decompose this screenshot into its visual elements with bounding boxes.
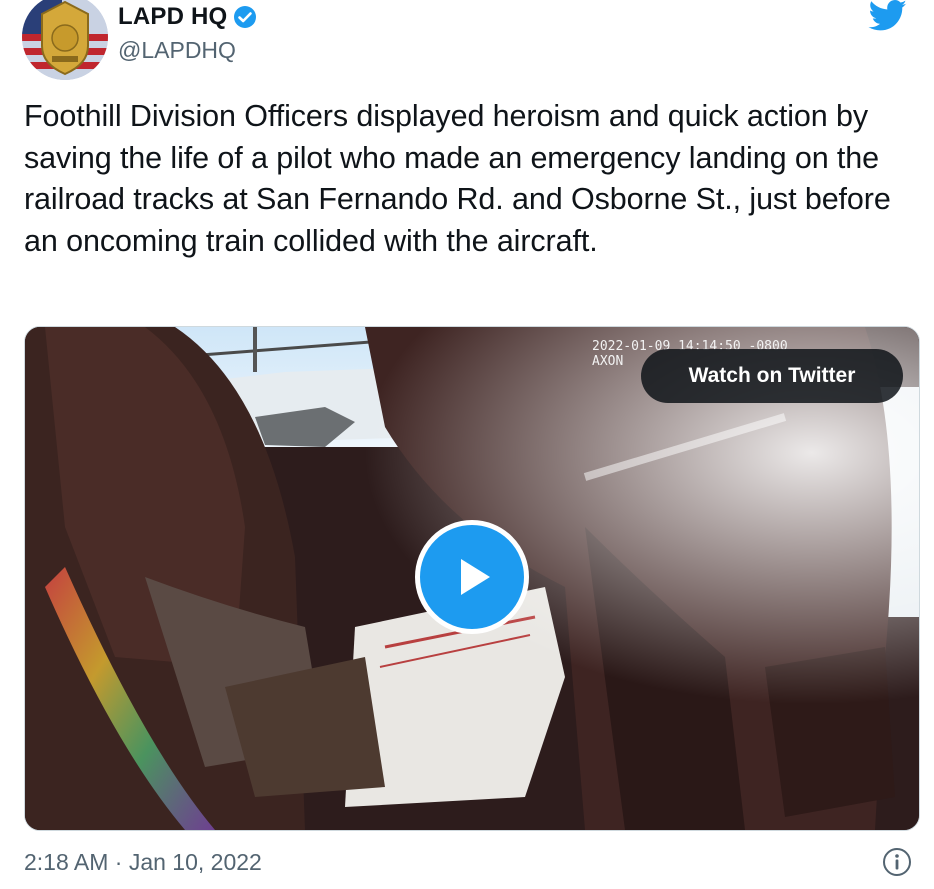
tweet-footer: 2:18 AM · Jan 10, 2022 (24, 845, 918, 879)
author-row: LAPD HQ (118, 3, 257, 31)
tweet-timestamp[interactable]: 2:18 AM · Jan 10, 2022 (24, 849, 262, 876)
info-icon[interactable] (882, 847, 912, 882)
author-handle[interactable]: @LAPDHQ (118, 37, 236, 64)
video-player[interactable]: 2022-01-09 14:14:50 -0800 AXON Watch on … (24, 326, 920, 831)
tweet-text: Foothill Division Officers displayed her… (24, 99, 891, 258)
lapd-badge-avatar-icon (22, 0, 108, 80)
author-name[interactable]: LAPD HQ (118, 3, 227, 31)
avatar[interactable] (22, 0, 108, 80)
watch-on-twitter-button[interactable]: Watch on Twitter (641, 349, 903, 403)
verified-badge-icon (233, 5, 257, 29)
twitter-bird-icon[interactable] (868, 0, 908, 37)
tweet-header: LAPD HQ @LAPDHQ (22, 0, 922, 80)
play-icon (461, 559, 490, 595)
play-button[interactable] (415, 520, 529, 634)
